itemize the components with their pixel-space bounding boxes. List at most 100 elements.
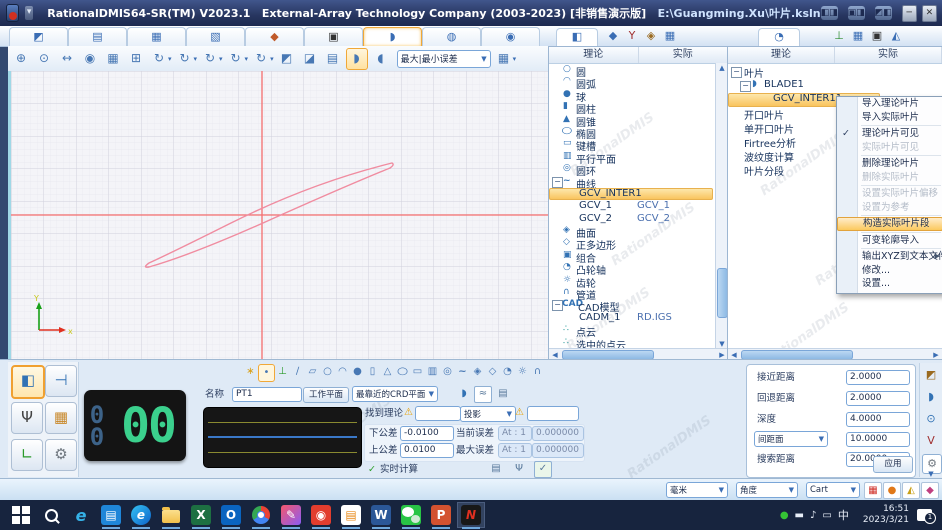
confirm-check-button[interactable]: ✓ xyxy=(534,461,552,478)
quick-menu-icon[interactable]: ▾ xyxy=(25,6,33,20)
app-logo-icon[interactable] xyxy=(6,4,19,22)
dimension-button[interactable]: ⊞ xyxy=(126,49,146,69)
grid-display-button[interactable]: ▦ xyxy=(494,49,514,69)
tab-program[interactable]: ▤ xyxy=(68,27,127,46)
network-display-icon[interactable]: ▭ xyxy=(822,510,831,521)
clearance-plane-select[interactable]: 间距面 ▼ xyxy=(754,431,828,447)
tree-row-cone[interactable]: ▲圆锥 xyxy=(549,114,715,126)
tree-row-torus[interactable]: ◎圆环 xyxy=(549,163,715,175)
grid-display-dropdown[interactable]: ▾ xyxy=(513,55,517,63)
point-feature-button[interactable]: • xyxy=(258,364,275,382)
right-tab-measure[interactable]: ◭ xyxy=(887,28,905,45)
theory-column-header[interactable]: 理论 xyxy=(728,47,835,63)
taskbar-file-explorer[interactable] xyxy=(158,503,184,527)
polygon-feature-button[interactable]: ◇ xyxy=(485,364,500,380)
taskbar-doc-viewer[interactable]: ▤ xyxy=(338,503,364,527)
arc-feature-button[interactable]: ◠ xyxy=(335,364,350,380)
view-rotate-front-button[interactable]: ↻ xyxy=(149,49,169,69)
torus-feature-button[interactable]: ◎ xyxy=(440,364,455,380)
error-mode-select[interactable]: 最大|最小误差 ▼ xyxy=(397,50,491,68)
lower-tolerance-input[interactable]: -0.0100 xyxy=(400,426,454,441)
taskbar-word[interactable]: W xyxy=(368,503,394,527)
theory-column-header[interactable]: 理论 xyxy=(549,47,639,63)
tree-row-pipe[interactable]: ∩管道 xyxy=(549,287,715,299)
taskbar-blue-app[interactable]: ▤ xyxy=(98,503,124,527)
tree-row-point-cloud[interactable]: ∴点云 xyxy=(549,324,715,336)
menu-item-delete-actual-blade[interactable]: 删除实际叶片 xyxy=(837,171,942,185)
image-view-button[interactable]: ▦ xyxy=(103,49,123,69)
taskbar-excel[interactable]: X xyxy=(188,503,214,527)
section-view-a-button[interactable]: ◩ xyxy=(277,49,297,69)
gear-feature-button[interactable]: ☼ xyxy=(515,364,530,380)
point-display-toggle[interactable]: ▦ xyxy=(864,482,882,499)
section-view-b-button[interactable]: ◪ xyxy=(300,49,320,69)
menu-item-set-as-reference[interactable]: 设置为参考 xyxy=(837,201,942,215)
menu-item-actual-blade-visible[interactable]: 实际叶片可见 xyxy=(837,141,942,155)
scroll-right-icon[interactable]: ▶ xyxy=(930,351,942,359)
jogbox-icon-1[interactable]: ◧◨ xyxy=(821,6,838,20)
tree-row-arc[interactable]: ◠圆弧 xyxy=(549,76,715,88)
middle-tab-probe[interactable]: Y xyxy=(623,28,641,45)
actual-column-header[interactable]: 实际 xyxy=(639,47,729,63)
realtime-check-icon[interactable]: ✓ xyxy=(368,463,376,476)
tab-workpiece[interactable]: ◩ xyxy=(9,27,68,46)
chart-view-tab[interactable]: ≈ xyxy=(474,386,492,403)
view-rotate-top-button[interactable]: ↻ xyxy=(175,49,195,69)
pipe-feature-button[interactable]: ∩ xyxy=(530,364,545,380)
retract-distance-input[interactable]: 2.0000 xyxy=(846,391,910,406)
tab-graphics[interactable]: ◆ xyxy=(245,27,304,46)
taskbar-edge[interactable]: e xyxy=(128,503,154,527)
crd-plane-select[interactable]: 最靠近的CRD平面 ▼ xyxy=(352,386,438,402)
tree-row-cad-model[interactable]: −CADCAD模型 xyxy=(549,299,715,311)
tab-table[interactable]: ▦ xyxy=(127,27,186,46)
fit-view-button[interactable]: ⊕ xyxy=(11,49,31,69)
taskbar-outlook[interactable]: O xyxy=(218,503,244,527)
menu-item-import-actual-blade[interactable]: 导入实际叶片 xyxy=(837,111,942,125)
menu-item-variable-profile-import[interactable]: 可变轮廓导入 xyxy=(837,234,942,248)
pan-button[interactable]: ↔ xyxy=(57,49,77,69)
menu-item-modify[interactable]: 修改... xyxy=(837,264,942,278)
menu-item-export-xyz[interactable]: 输出XYZ到文本文件▶ xyxy=(837,250,942,264)
tree-row-blade-root[interactable]: −叶片 xyxy=(728,65,940,79)
right-tab-axes[interactable]: ⊥ xyxy=(830,28,848,45)
taskbar-search-button[interactable] xyxy=(38,503,64,527)
collapse-toggle[interactable]: − xyxy=(731,67,742,78)
middle-tab-features[interactable]: ◧ xyxy=(556,28,598,46)
angle-select[interactable]: 角度 ▼ xyxy=(736,482,798,498)
rotate-front-dropdown[interactable]: ▾ xyxy=(168,55,172,63)
rotate-top-dropdown[interactable]: ▾ xyxy=(194,55,198,63)
blade-side-button[interactable]: ◗ xyxy=(922,388,940,406)
tab-report[interactable]: ▧ xyxy=(186,27,245,46)
surface-feature-button[interactable]: ◈ xyxy=(470,364,485,380)
probe-angles-button[interactable]: ∗ xyxy=(243,364,258,380)
tab-device[interactable]: ▣ xyxy=(304,27,363,46)
jogbox-icon-3[interactable]: ◩◧ xyxy=(875,6,892,20)
zoom-side-button[interactable]: ⊙ xyxy=(922,410,940,428)
probe-compensate-button[interactable]: Ψ xyxy=(510,461,528,478)
upper-tolerance-input[interactable]: 0.0100 xyxy=(400,443,454,458)
rotate-iso-dropdown[interactable]: ▾ xyxy=(245,55,249,63)
jogbox-icon-2[interactable]: ▣◨ xyxy=(848,6,865,20)
tray-status-icon[interactable]: ● xyxy=(780,510,789,521)
probe-button[interactable]: Ψ xyxy=(11,402,43,434)
menu-item-construct-actual-blade-segment[interactable]: 构造实际叶片段 xyxy=(837,217,942,231)
menu-item-set-actual-blade-offset[interactable]: 设置实际叶片偏移 xyxy=(837,187,942,201)
view-rotate-free-button[interactable]: ↻ xyxy=(251,49,271,69)
rotate-free-dropdown[interactable]: ▾ xyxy=(270,55,274,63)
view-rotate-side-button[interactable]: ↻ xyxy=(200,49,220,69)
height-gauge-button[interactable]: ⊣ xyxy=(45,365,77,397)
taskbar-chrome[interactable] xyxy=(248,503,274,527)
slot-feature-button[interactable]: ▭ xyxy=(410,364,425,380)
tree-row-sphere[interactable]: ●球 xyxy=(549,89,715,101)
scroll-left-icon[interactable]: ◀ xyxy=(549,351,561,359)
viewport[interactable]: Y x xyxy=(8,71,551,359)
visibility-button[interactable]: ◉ xyxy=(80,49,100,69)
tree-row-gcv-inter1[interactable]: GCV_INTER1 xyxy=(549,188,715,200)
tab-disc[interactable]: ◍ xyxy=(422,27,481,46)
machine-probe-button[interactable]: ◧ xyxy=(11,365,45,399)
parallel-planes-feature-button[interactable]: ▥ xyxy=(425,364,440,380)
list-view-tab[interactable]: ▤ xyxy=(494,386,512,403)
tree-row-slot[interactable]: ▭键槽 xyxy=(549,138,715,150)
taskbar-design-app[interactable]: ✎ xyxy=(278,503,304,527)
tree-row-camshaft[interactable]: ◔凸轮轴 xyxy=(549,262,715,274)
